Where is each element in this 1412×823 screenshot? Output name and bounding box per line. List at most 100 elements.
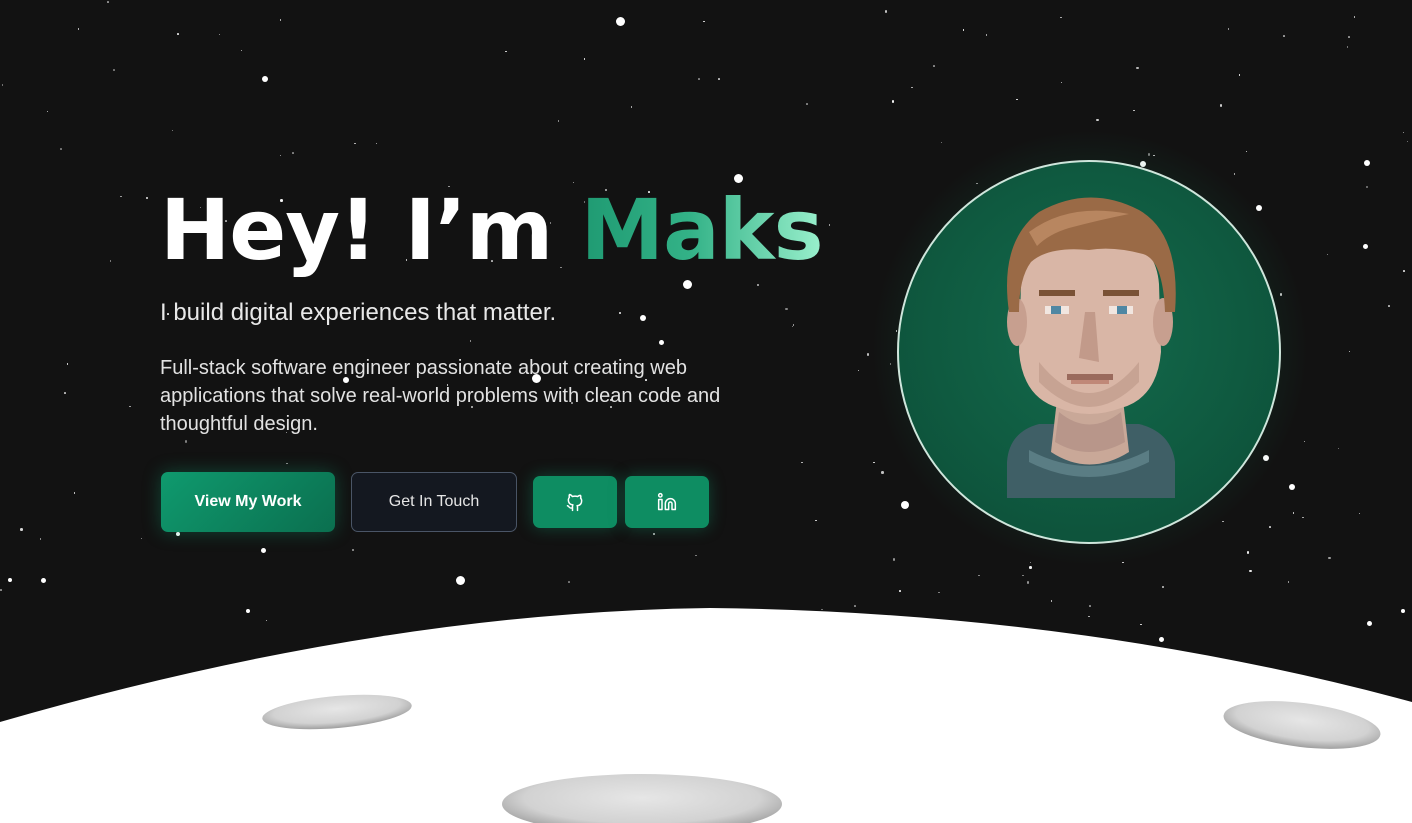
star [177, 33, 179, 35]
star [1133, 109, 1135, 112]
star [857, 369, 860, 372]
star [695, 554, 697, 557]
star [1303, 440, 1305, 443]
star [938, 591, 940, 594]
star [718, 78, 720, 80]
star [1140, 623, 1142, 626]
star [120, 195, 122, 198]
star [978, 574, 980, 577]
star [46, 110, 49, 113]
star [806, 103, 808, 105]
star [1227, 28, 1230, 30]
star [615, 16, 625, 26]
star [1348, 350, 1351, 353]
star [140, 537, 143, 540]
star [1029, 561, 1032, 564]
star [1406, 140, 1409, 143]
star [1326, 253, 1329, 256]
star [1289, 484, 1295, 490]
star [279, 19, 282, 21]
star [113, 69, 115, 71]
star [1346, 46, 1349, 48]
star [184, 440, 188, 443]
star [568, 581, 570, 583]
star [40, 577, 46, 583]
linkedin-button[interactable] [625, 476, 709, 528]
star [354, 142, 356, 145]
star [1364, 160, 1370, 166]
crater [1223, 701, 1381, 749]
star [1388, 305, 1390, 307]
get-in-touch-button[interactable]: Get In Touch [351, 472, 517, 532]
github-icon [566, 493, 583, 512]
star [64, 392, 66, 394]
star [375, 142, 378, 145]
name-text: Maks [580, 181, 824, 279]
star [652, 532, 656, 536]
star [20, 528, 23, 531]
star [129, 405, 131, 408]
star [1060, 16, 1062, 19]
star [1358, 512, 1361, 515]
star [698, 78, 700, 80]
hero-tagline: I build digital experiences that matter. [160, 299, 557, 326]
star [1366, 620, 1372, 626]
star [1089, 605, 1091, 607]
star [557, 120, 560, 122]
star [109, 260, 112, 262]
hero-description: Full-stack software engineer passionate … [160, 357, 721, 435]
view-my-work-button[interactable]: View My Work [161, 472, 335, 532]
star [1016, 98, 1018, 101]
star [107, 1, 109, 3]
star [1238, 74, 1241, 76]
star [262, 76, 268, 82]
hero-title: Hey! I’m Maks [160, 178, 824, 282]
star [1353, 16, 1356, 18]
star [265, 619, 268, 622]
star [218, 33, 221, 36]
star [1337, 447, 1340, 450]
star [1249, 569, 1252, 573]
star [145, 196, 149, 200]
star [962, 29, 965, 31]
star [630, 106, 633, 108]
star [1060, 81, 1063, 84]
star [176, 532, 180, 536]
github-button[interactable] [533, 476, 617, 528]
star [1365, 185, 1369, 189]
star [1029, 566, 1032, 569]
star [351, 548, 355, 552]
star [1287, 581, 1290, 583]
linkedin-icon [657, 492, 677, 511]
star [1161, 585, 1165, 589]
star [828, 224, 831, 226]
star [1088, 615, 1090, 618]
star [881, 471, 884, 474]
star [899, 590, 901, 592]
star [1401, 609, 1405, 613]
crater [502, 774, 782, 823]
star [801, 461, 803, 464]
star [66, 363, 69, 365]
star [911, 86, 913, 89]
star [8, 578, 12, 582]
star [892, 558, 896, 561]
star [1, 84, 4, 86]
star [1246, 551, 1250, 554]
star [1302, 516, 1304, 519]
star [455, 575, 465, 585]
star [940, 141, 943, 144]
star [60, 148, 62, 150]
greeting-text: Hey! I’m [160, 181, 581, 279]
star [1403, 270, 1405, 272]
star [1362, 243, 1368, 249]
star [815, 519, 817, 522]
star [1026, 581, 1030, 584]
star [1245, 150, 1247, 152]
star [171, 129, 174, 132]
hero-section: Hey! I’m Maks I build digital experience… [0, 0, 1412, 823]
star [933, 65, 935, 67]
star [77, 28, 80, 30]
portrait-avatar [897, 160, 1281, 544]
star [505, 50, 507, 53]
